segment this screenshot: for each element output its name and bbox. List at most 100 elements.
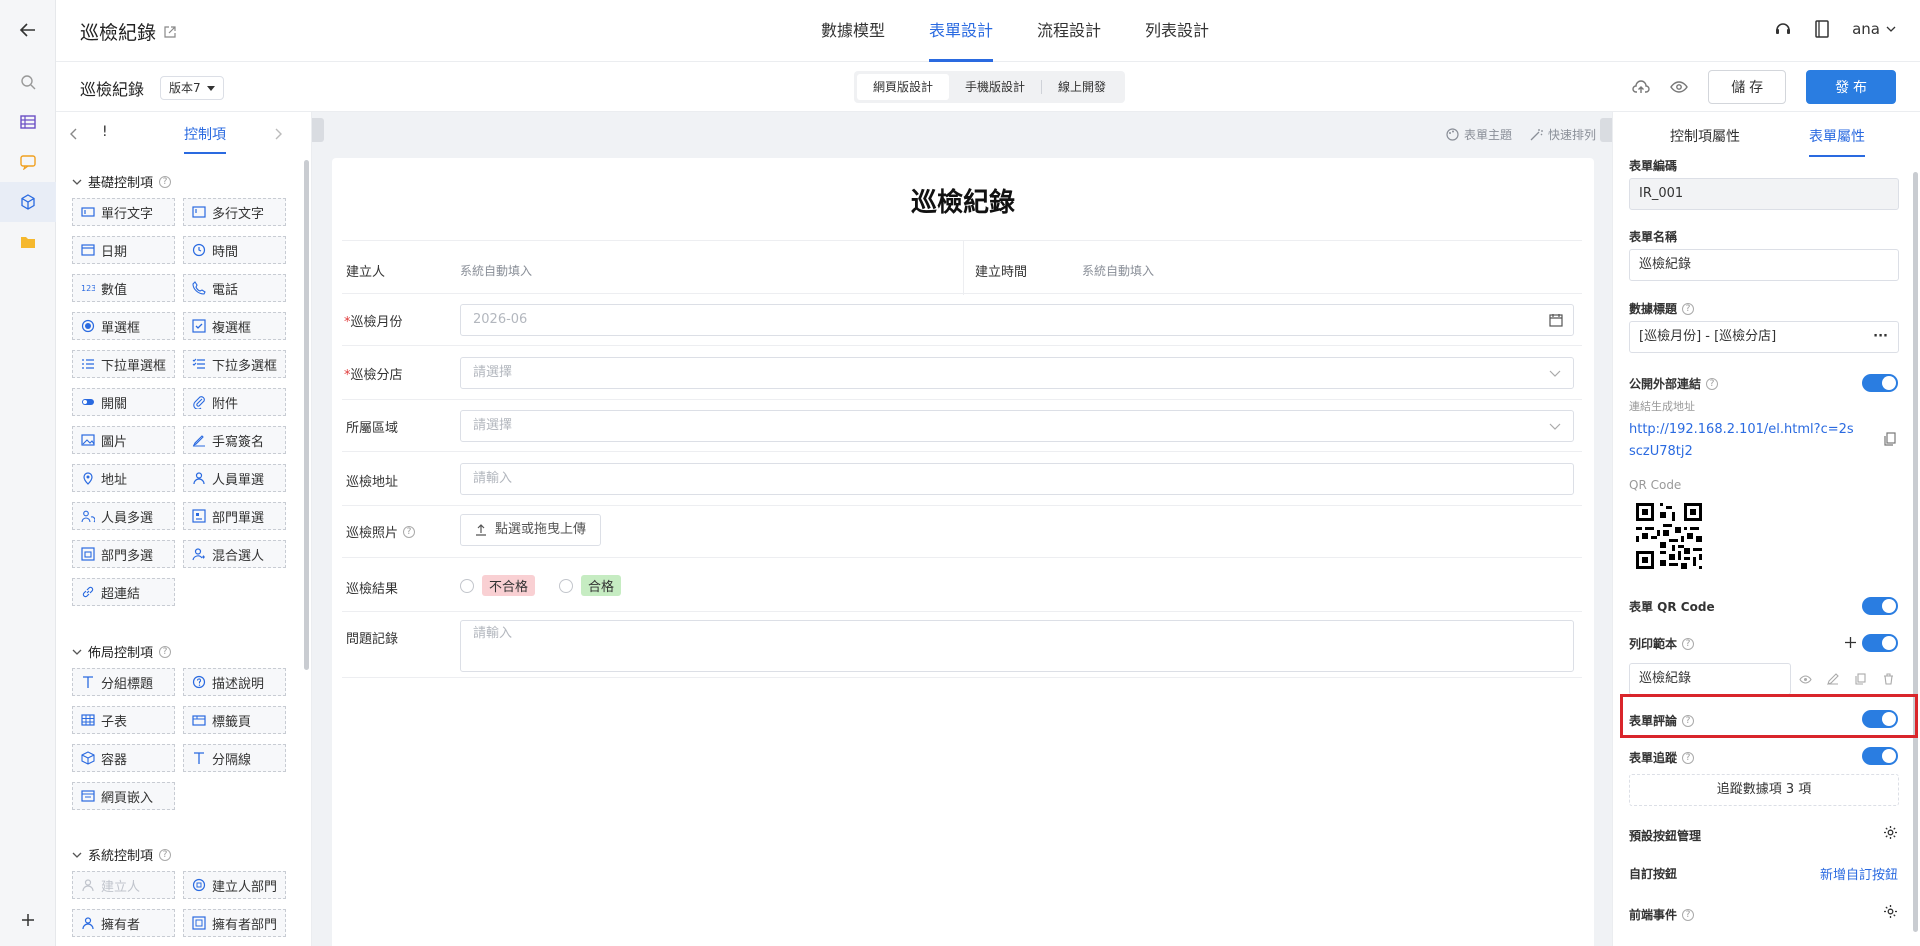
palette-control[interactable]: 描述說明 [183, 668, 286, 696]
tab-flow-design[interactable]: 流程設計 [1015, 0, 1123, 62]
palette-control[interactable]: 人員多選 [72, 502, 175, 530]
palette-control[interactable]: 網頁嵌入 [72, 782, 175, 810]
tab-form-design[interactable]: 表單設計 [907, 0, 1015, 62]
back-arrow-icon[interactable] [0, 10, 56, 50]
public-link-url[interactable]: http://192.168.2.101/el.html?c=2ssczU78t… [1629, 419, 1859, 463]
save-button[interactable]: 儲 存 [1708, 70, 1787, 104]
print-template-toggle[interactable] [1862, 634, 1898, 652]
palette-control[interactable]: 容器 [72, 744, 175, 772]
palette-control[interactable]: 123 數值 [72, 274, 175, 302]
palette-control[interactable]: 附件 [183, 388, 286, 416]
form-name-input[interactable]: 巡檢紀錄 [1629, 249, 1899, 281]
gear-icon[interactable] [1883, 904, 1898, 919]
region-select[interactable]: 請選擇 [460, 410, 1574, 442]
external-link-icon[interactable] [164, 25, 176, 38]
palette-control[interactable]: 圖片 [72, 426, 175, 454]
palette-tab-data[interactable]: ! [102, 124, 108, 140]
public-link-toggle[interactable] [1862, 374, 1898, 392]
mode-online-dev[interactable]: 線上開發 [1042, 74, 1122, 100]
palette-control[interactable]: 人員單選 [183, 464, 286, 492]
mode-web[interactable]: 網頁版設計 [857, 74, 950, 100]
tab-data-model[interactable]: 數據模型 [799, 0, 907, 62]
palette-scrollbar[interactable] [304, 160, 309, 670]
palette-section-header[interactable]: 基礎控制項? [72, 172, 172, 191]
inspection-branch-row[interactable]: *巡檢分店 請選擇 [342, 346, 1582, 400]
data-title-input[interactable]: [巡檢月份] - [巡檢分店] ··· [1629, 321, 1899, 353]
palette-control[interactable]: 混合選人 [183, 540, 286, 568]
photo-upload-button[interactable]: 點選或拖曳上傳 [460, 514, 602, 546]
palette-control[interactable]: 部門單選 [183, 502, 286, 530]
palette-section-header[interactable]: 佈局控制項? [72, 642, 172, 661]
result-fail-radio[interactable] [460, 578, 474, 593]
form-track-toggle[interactable] [1862, 747, 1898, 765]
result-row[interactable]: 巡檢結果 不合格 合格 [342, 558, 1582, 612]
more-icon[interactable]: ··· [1873, 322, 1888, 352]
address-input[interactable]: 請輸入 [460, 463, 1574, 495]
palette-control[interactable]: 子表 [72, 706, 175, 734]
chevron-left-icon[interactable] [70, 128, 78, 140]
palette-control[interactable]: 單行文字 [72, 198, 175, 226]
copy-icon[interactable] [1884, 432, 1896, 446]
tab-list-design[interactable]: 列表設計 [1123, 0, 1231, 62]
palette-control[interactable]: 建立人 [72, 871, 175, 899]
preview-eye-icon[interactable] [1670, 81, 1689, 93]
palette-section-header[interactable]: 系統控制項? [72, 845, 172, 864]
cloud-upload-icon[interactable] [1632, 79, 1650, 95]
palette-control[interactable]: 擁有者 [72, 909, 175, 937]
creator-row[interactable]: 建立人 系統自動填入 建立時間 系統自動填入 [342, 240, 1582, 295]
palette-control[interactable]: 超連結 [72, 578, 175, 606]
publish-button[interactable]: 發 布 [1806, 70, 1896, 104]
address-row[interactable]: 巡檢地址 請輸入 [342, 452, 1582, 506]
delete-template-icon[interactable] [1883, 673, 1894, 685]
add-icon[interactable] [0, 900, 56, 940]
chat-icon[interactable] [0, 142, 56, 182]
list-icon[interactable] [0, 102, 56, 142]
palette-control[interactable]: 地址 [72, 464, 175, 492]
add-template-icon[interactable] [1845, 637, 1856, 648]
form-qr-toggle[interactable] [1862, 597, 1898, 615]
palette-control[interactable]: 開關 [72, 388, 175, 416]
chevron-right-icon[interactable] [274, 128, 282, 140]
collapse-left-handle[interactable] [312, 118, 324, 142]
palette-control[interactable]: 擁有者部門 [183, 909, 286, 937]
copy-template-icon[interactable] [1855, 673, 1866, 685]
folder-icon[interactable] [0, 222, 56, 262]
result-fail-tag[interactable]: 不合格 [482, 575, 536, 596]
palette-control[interactable]: 標籤頁 [183, 706, 286, 734]
tab-control-properties[interactable]: 控制項屬性 [1670, 126, 1740, 146]
tab-form-properties[interactable]: 表單屬性 [1809, 126, 1865, 157]
support-icon[interactable] [1774, 20, 1792, 38]
issue-textarea[interactable]: 請輸入 [460, 620, 1574, 672]
photo-row[interactable]: 巡檢照片? 點選或拖曳上傳 [342, 506, 1582, 558]
palette-tab-controls[interactable]: 控制項 [184, 124, 226, 154]
inspection-month-row[interactable]: *巡檢月份 2026-06 [342, 294, 1582, 346]
inspection-branch-select[interactable]: 請選擇 [460, 357, 1574, 389]
palette-control[interactable]: 建立人部門 [183, 871, 286, 899]
palette-control[interactable]: 日期 [72, 236, 175, 264]
book-icon[interactable] [1814, 20, 1830, 38]
issue-row[interactable]: 問題記錄 請輸入 [342, 612, 1582, 678]
edit-template-icon[interactable] [1827, 673, 1839, 685]
inspection-month-input[interactable]: 2026-06 [460, 304, 1574, 336]
form-theme-button[interactable]: 表單主題 [1446, 126, 1512, 143]
palette-control[interactable]: 複選框 [183, 312, 286, 340]
quick-arrange-button[interactable]: 快速排列 [1530, 126, 1596, 143]
palette-control[interactable]: 時間 [183, 236, 286, 264]
palette-control[interactable]: 下拉單選框 [72, 350, 175, 378]
properties-scrollbar[interactable] [1913, 172, 1918, 932]
add-custom-button-link[interactable]: 新增自訂按鈕 [1820, 864, 1898, 883]
gear-icon[interactable] [1883, 825, 1898, 840]
region-row[interactable]: 所屬區域 請選擇 [342, 400, 1582, 452]
view-template-icon[interactable] [1799, 675, 1812, 684]
palette-control[interactable]: 多行文字 [183, 198, 286, 226]
palette-control[interactable]: 下拉多選框 [183, 350, 286, 378]
palette-control[interactable]: 分隔線 [183, 744, 286, 772]
version-select[interactable]: 版本7 [160, 76, 224, 100]
collapse-right-handle[interactable] [1600, 118, 1612, 142]
print-template-input[interactable]: 巡檢紀錄 [1629, 663, 1791, 695]
track-items-button[interactable]: 追蹤數據項 3 項 [1629, 774, 1899, 806]
user-menu[interactable]: ana [1852, 20, 1896, 38]
result-pass-radio[interactable] [559, 578, 574, 593]
mode-mobile[interactable]: 手機版設計 [949, 74, 1041, 100]
palette-control[interactable]: 電話 [183, 274, 286, 302]
